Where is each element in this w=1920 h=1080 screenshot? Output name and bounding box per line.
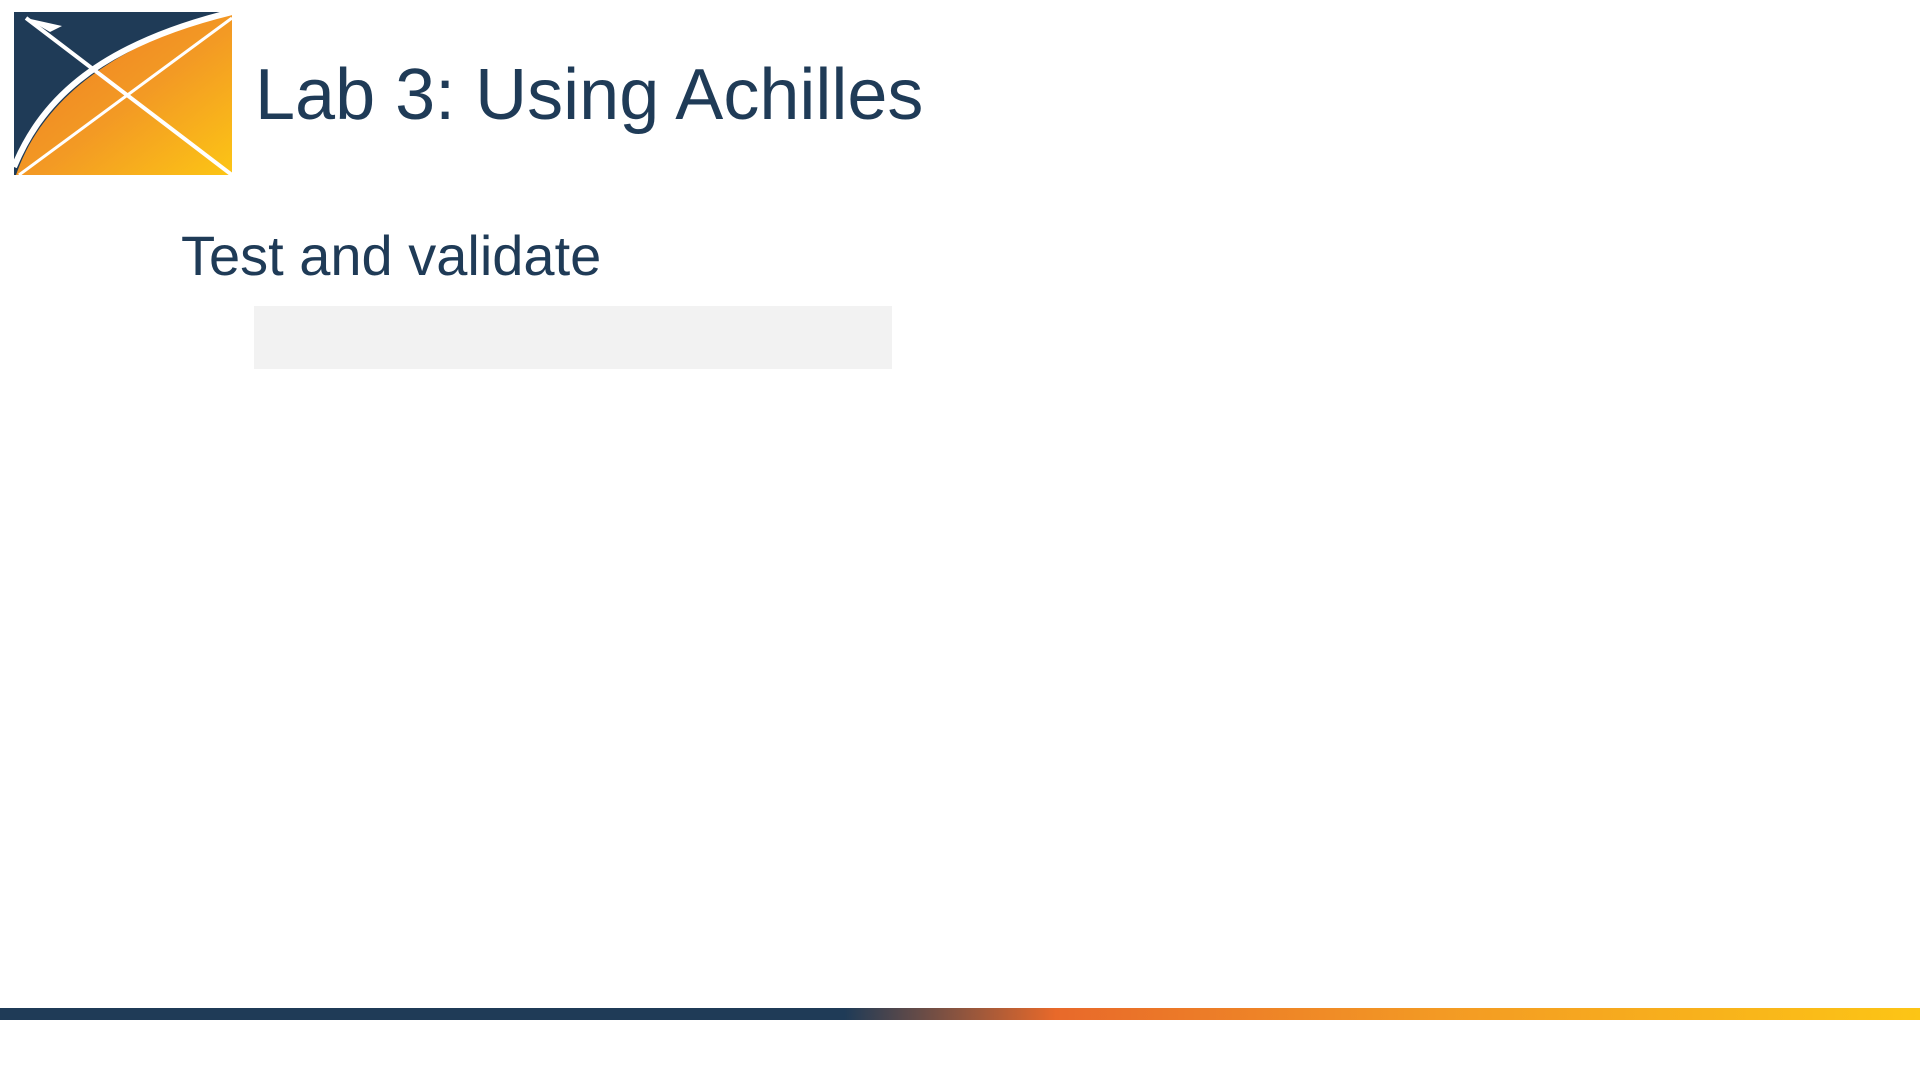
ohdsi-logo-icon xyxy=(14,12,232,175)
footer-gradient-bar xyxy=(0,1008,1920,1020)
code-box xyxy=(254,306,892,369)
slide: Lab 3: Using Achilles Test and validate xyxy=(0,0,1920,1080)
slide-subtitle: Test and validate xyxy=(181,224,602,287)
slide-title: Lab 3: Using Achilles xyxy=(255,55,924,135)
